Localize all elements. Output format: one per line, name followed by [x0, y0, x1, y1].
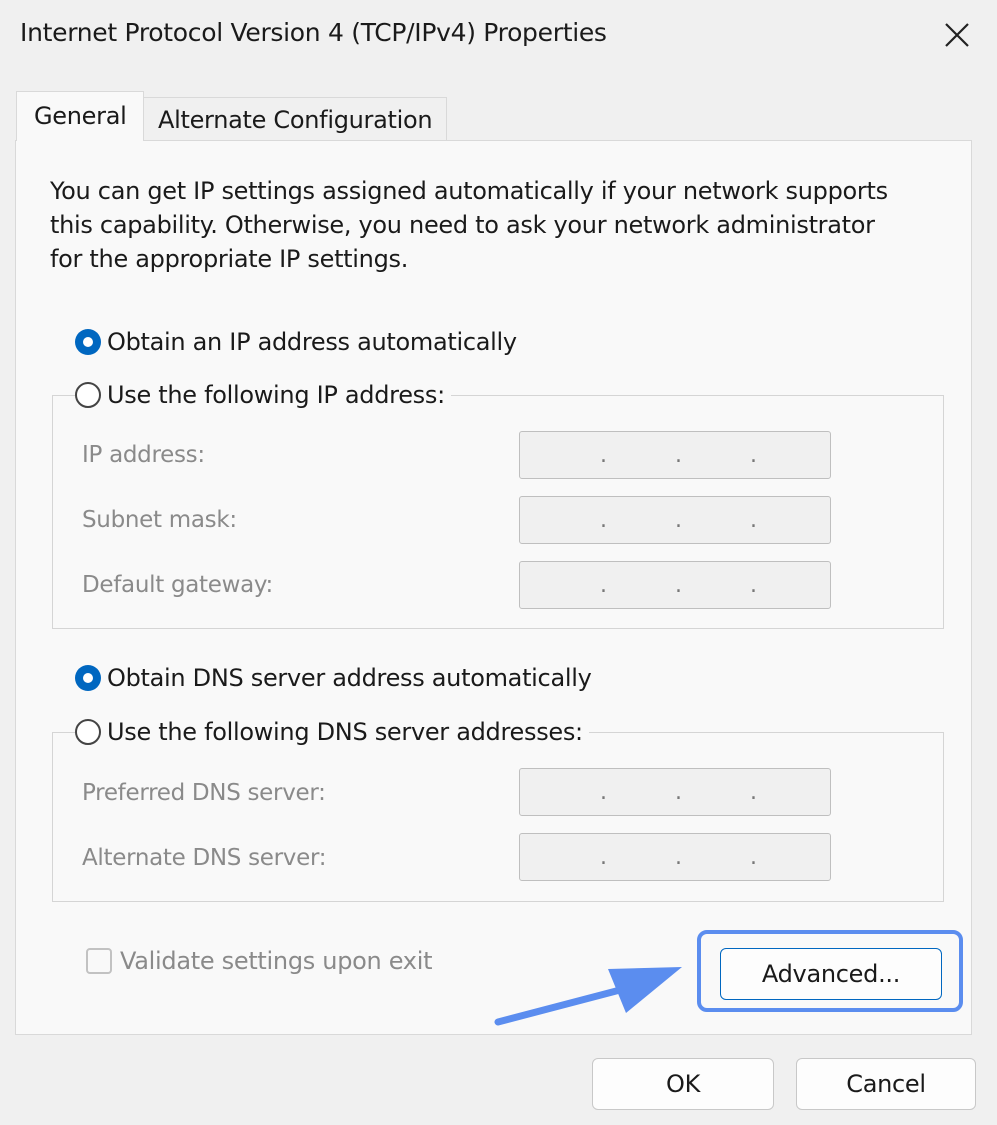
description-line: this capability. Otherwise, you need to …: [50, 211, 875, 239]
tab-general[interactable]: General: [16, 91, 144, 141]
obtain-dns-auto-radio[interactable]: Obtain DNS server address automatically: [75, 664, 598, 692]
pointer-arrow-icon: [494, 967, 682, 1026]
description-line: You can get IP settings assigned automat…: [50, 177, 888, 205]
window-title: Internet Protocol Version 4 (TCP/IPv4) P…: [20, 18, 607, 47]
validate-settings-checkbox[interactable]: Validate settings upon exit: [86, 947, 432, 975]
title-bar: Internet Protocol Version 4 (TCP/IPv4) P…: [0, 0, 997, 72]
use-following-ip-radio[interactable]: Use the following IP address:: [75, 381, 451, 409]
use-following-dns-label: Use the following DNS server addresses:: [107, 718, 583, 746]
radio-selected-icon: [75, 665, 101, 691]
description-line: for the appropriate IP settings.: [50, 245, 409, 273]
use-following-dns-radio[interactable]: Use the following DNS server addresses:: [75, 718, 589, 746]
ip-address-field[interactable]: ...: [519, 431, 831, 479]
ok-button[interactable]: OK: [592, 1058, 774, 1110]
use-following-ip-label: Use the following IP address:: [107, 381, 445, 409]
obtain-dns-auto-label: Obtain DNS server address automatically: [107, 664, 592, 692]
advanced-button[interactable]: Advanced...: [720, 948, 942, 1000]
obtain-ip-auto-radio[interactable]: Obtain an IP address automatically: [75, 328, 523, 356]
default-gateway-field[interactable]: ...: [519, 561, 831, 609]
checkbox-icon: [86, 948, 112, 974]
description-text: You can get IP settings assigned automat…: [50, 174, 950, 276]
close-icon: [945, 23, 969, 47]
preferred-dns-field[interactable]: ...: [519, 768, 831, 816]
close-button[interactable]: [928, 8, 986, 62]
radio-selected-icon: [75, 329, 101, 355]
preferred-dns-label: Preferred DNS server:: [82, 780, 326, 806]
tab-alternate-configuration[interactable]: Alternate Configuration: [143, 97, 447, 141]
radio-unselected-icon: [75, 719, 101, 745]
cancel-button[interactable]: Cancel: [796, 1058, 976, 1110]
subnet-mask-label: Subnet mask:: [82, 507, 237, 533]
subnet-mask-field[interactable]: ...: [519, 496, 831, 544]
radio-unselected-icon: [75, 382, 101, 408]
ip-address-label: IP address:: [82, 442, 205, 468]
validate-settings-label: Validate settings upon exit: [120, 947, 433, 975]
alternate-dns-label: Alternate DNS server:: [82, 845, 327, 871]
alternate-dns-field[interactable]: ...: [519, 833, 831, 881]
default-gateway-label: Default gateway:: [82, 572, 274, 598]
obtain-ip-auto-label: Obtain an IP address automatically: [107, 328, 517, 356]
